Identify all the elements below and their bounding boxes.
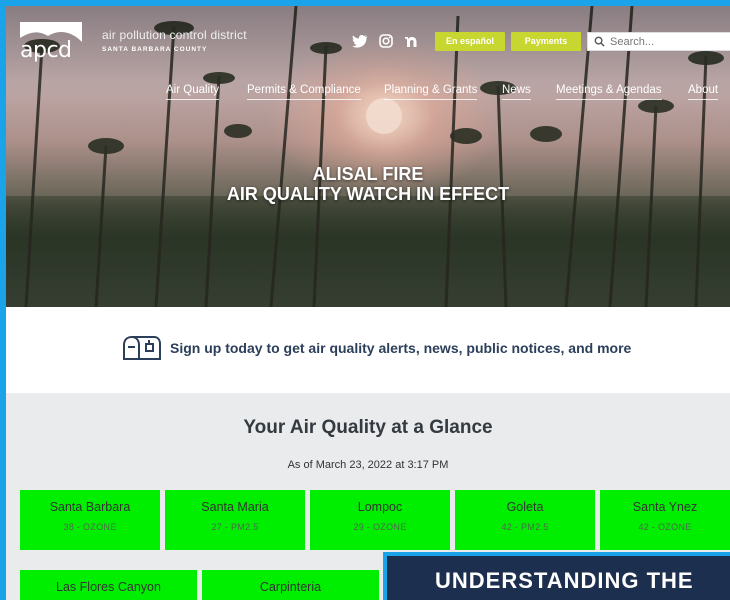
hero-line1: ALISAL FIRE xyxy=(312,164,424,184)
logo-wordmark: apcd xyxy=(20,38,72,63)
station-name: Goleta xyxy=(506,500,544,514)
station-name: Santa Maria xyxy=(201,500,269,514)
hero-headline[interactable]: ALISAL FIRE AIR QUALITY WATCH IN EFFECT xyxy=(6,164,730,204)
station-name: Santa Ynez xyxy=(632,500,698,514)
glance-title: Your Air Quality at a Glance xyxy=(243,417,493,438)
station-value: 38 - OZONE xyxy=(63,522,117,532)
mailbox-icon xyxy=(123,336,161,360)
nav-permits-compliance[interactable]: Permits & Compliance xyxy=(247,84,361,100)
glance-timestamp: As of March 23, 2022 at 3:17 PM xyxy=(287,459,449,471)
main-nav: Air Quality Permits & Compliance Plannin… xyxy=(6,84,730,104)
apcd-logo[interactable]: apcd air pollution control district SANT… xyxy=(18,18,258,68)
nav-about[interactable]: About xyxy=(688,84,719,100)
instagram-icon[interactable] xyxy=(378,34,394,48)
social-links xyxy=(352,34,420,48)
station-name: Las Flores Canyon xyxy=(56,580,161,594)
nav-meetings-agendas[interactable]: Meetings & Agendas xyxy=(556,84,662,100)
station-value: 42 - PM2.5 xyxy=(501,522,549,532)
station-tile-lompoc[interactable]: Lompoc 29 - OZONE xyxy=(310,490,450,550)
station-value: 27 - PM2.5 xyxy=(211,522,259,532)
station-name: Santa Barbara xyxy=(49,500,131,514)
understanding-panel[interactable]: UNDERSTANDING THE xyxy=(383,552,730,600)
hero-banner: apcd air pollution control district SANT… xyxy=(6,6,730,307)
station-value: 42 - OZONE xyxy=(638,522,692,532)
nav-air-quality[interactable]: Air Quality xyxy=(166,84,220,100)
understanding-title: UNDERSTANDING THE xyxy=(435,568,694,593)
station-tile-santa-ynez[interactable]: Santa Ynez 42 - OZONE xyxy=(600,490,730,550)
payments-button[interactable]: Payments xyxy=(511,32,581,51)
search-input[interactable] xyxy=(610,35,730,48)
station-tile-las-flores-canyon[interactable]: Las Flores Canyon xyxy=(20,570,197,600)
search-icon xyxy=(594,36,605,47)
station-tile-carpinteria[interactable]: Carpinteria xyxy=(202,570,379,600)
hero-line2: AIR QUALITY WATCH IN EFFECT xyxy=(226,184,510,204)
logo-line2: SANTA BARBARA COUNTY xyxy=(102,46,208,53)
station-name: Carpinteria xyxy=(259,580,322,594)
nav-planning-grants[interactable]: Planning & Grants xyxy=(384,84,478,100)
station-tile-santa-maria[interactable]: Santa Maria 27 - PM2.5 xyxy=(165,490,305,550)
signup-banner[interactable]: Sign up today to get air quality alerts,… xyxy=(6,307,730,393)
signup-text: Sign up today to get air quality alerts,… xyxy=(170,340,632,356)
station-value: 29 - OZONE xyxy=(353,522,407,532)
logo-line1: air pollution control district xyxy=(102,28,247,42)
station-tile-goleta[interactable]: Goleta 42 - PM2.5 xyxy=(455,490,595,550)
espanol-button[interactable]: En español xyxy=(435,32,505,51)
station-tile-santa-barbara[interactable]: Santa Barbara 38 - OZONE xyxy=(20,490,160,550)
search-box[interactable] xyxy=(587,32,730,51)
station-name: Lompoc xyxy=(357,500,403,514)
nextdoor-icon[interactable] xyxy=(404,34,420,48)
page-frame: apcd air pollution control district SANT… xyxy=(0,0,730,600)
twitter-icon[interactable] xyxy=(352,34,368,48)
nav-news[interactable]: News xyxy=(502,84,531,100)
